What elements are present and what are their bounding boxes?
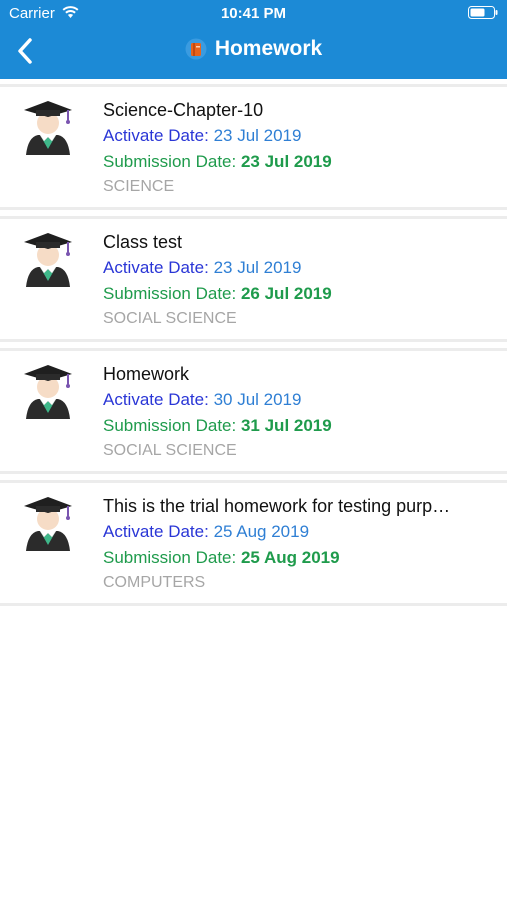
page-title: Homework bbox=[214, 37, 323, 60]
submission-date-value: 23 Jul 2019 bbox=[240, 152, 332, 171]
homework-item[interactable]: Science-Chapter-10 Activate Date: 23 Jul… bbox=[0, 84, 507, 210]
activate-date-label: Activate Date: bbox=[103, 390, 209, 409]
submission-date-value: 26 Jul 2019 bbox=[240, 284, 332, 303]
activate-date-value: 23 Jul 2019 bbox=[213, 258, 302, 277]
homework-item[interactable]: This is the trial homework for testing p… bbox=[0, 480, 507, 606]
activate-date-value: 23 Jul 2019 bbox=[213, 126, 302, 145]
activate-date-label: Activate Date: bbox=[103, 126, 209, 145]
graduate-avatar-icon bbox=[24, 497, 72, 551]
activate-date-label: Activate Date: bbox=[103, 258, 209, 277]
submission-date-row: Submission Date: 31 Jul 2019 bbox=[103, 413, 495, 439]
submission-date-label: Submission Date: bbox=[103, 284, 237, 303]
book-icon bbox=[185, 38, 207, 60]
homework-item[interactable]: Class test Activate Date: 23 Jul 2019 Su… bbox=[0, 216, 507, 342]
status-bar: Carrier 10:41 PM bbox=[0, 0, 507, 28]
nav-bar: Homework bbox=[0, 28, 507, 79]
subject-label: SOCIAL SCIENCE bbox=[103, 442, 237, 459]
submission-date-value: 25 Aug 2019 bbox=[240, 548, 340, 567]
homework-item-text: Homework Activate Date: 30 Jul 2019 Subm… bbox=[103, 361, 495, 463]
submission-date-row: Submission Date: 23 Jul 2019 bbox=[103, 149, 495, 175]
app-header: Carrier 10:41 PM Homework bbox=[0, 0, 507, 79]
homework-item-text: This is the trial homework for testing p… bbox=[103, 493, 495, 595]
homework-item-text: Class test Activate Date: 23 Jul 2019 Su… bbox=[103, 229, 495, 331]
homework-item[interactable]: Homework Activate Date: 30 Jul 2019 Subm… bbox=[0, 348, 507, 474]
activate-date-row: Activate Date: 23 Jul 2019 bbox=[103, 255, 495, 281]
activate-date-value: 30 Jul 2019 bbox=[213, 390, 302, 409]
battery-icon bbox=[468, 6, 498, 19]
submission-date-row: Submission Date: 26 Jul 2019 bbox=[103, 281, 495, 307]
homework-title: Class test bbox=[103, 232, 183, 252]
homework-item-text: Science-Chapter-10 Activate Date: 23 Jul… bbox=[103, 97, 495, 199]
submission-date-label: Submission Date: bbox=[103, 152, 237, 171]
submission-date-value: 31 Jul 2019 bbox=[240, 416, 332, 435]
submission-date-row: Submission Date: 25 Aug 2019 bbox=[103, 545, 495, 571]
nav-title-group: Homework bbox=[0, 36, 507, 62]
subject-label: SCIENCE bbox=[103, 178, 175, 195]
homework-title: Homework bbox=[103, 364, 190, 384]
submission-date-label: Submission Date: bbox=[103, 548, 237, 567]
activate-date-value: 25 Aug 2019 bbox=[213, 522, 310, 541]
graduate-avatar-icon bbox=[24, 365, 72, 419]
activate-date-row: Activate Date: 30 Jul 2019 bbox=[103, 387, 495, 413]
submission-date-label: Submission Date: bbox=[103, 416, 237, 435]
activate-date-label: Activate Date: bbox=[103, 522, 209, 541]
homework-title: This is the trial homework for testing p… bbox=[103, 496, 451, 516]
graduate-avatar-icon bbox=[24, 233, 72, 287]
activate-date-row: Activate Date: 23 Jul 2019 bbox=[103, 123, 495, 149]
activate-date-row: Activate Date: 25 Aug 2019 bbox=[103, 519, 495, 545]
subject-label: SOCIAL SCIENCE bbox=[103, 310, 237, 327]
status-time: 10:41 PM bbox=[220, 5, 287, 22]
subject-label: COMPUTERS bbox=[103, 574, 206, 591]
homework-title: Science-Chapter-10 bbox=[103, 100, 264, 120]
graduate-avatar-icon bbox=[24, 101, 72, 155]
